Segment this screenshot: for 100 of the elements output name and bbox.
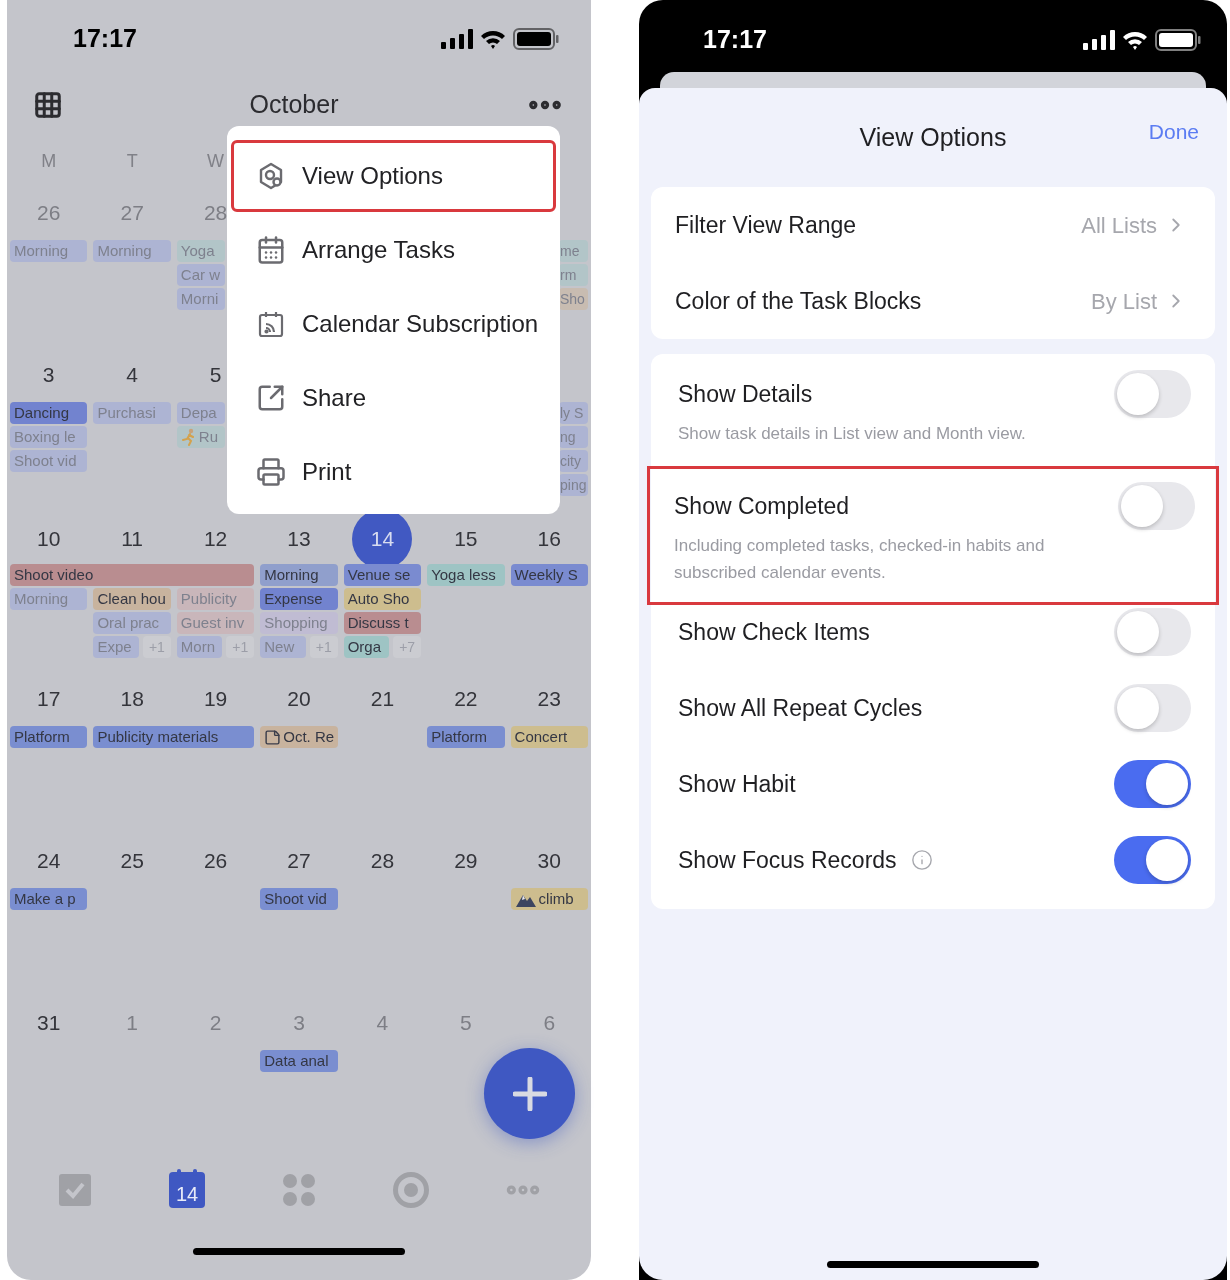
- date-number[interactable]: 5: [209, 358, 222, 391]
- event-chip[interactable]: Oral prac: [93, 612, 171, 634]
- date-number[interactable]: 4: [126, 358, 138, 391]
- date-number[interactable]: 27: [120, 196, 144, 229]
- date-number[interactable]: 23: [537, 682, 561, 715]
- event-chip[interactable]: Publicity: [176, 588, 255, 610]
- menu-item[interactable]: Calendar Subscription: [231, 288, 556, 360]
- event-chip[interactable]: Yoga: [176, 240, 225, 262]
- date-number[interactable]: 19: [203, 682, 228, 715]
- date-number[interactable]: 17: [37, 682, 61, 715]
- event-chip[interactable]: Publicity materials: [93, 726, 255, 748]
- date-number[interactable]: 18: [120, 682, 144, 715]
- date-number[interactable]: 25: [120, 844, 144, 877]
- event-chip[interactable]: ly S: [559, 402, 588, 424]
- event-chip[interactable]: Car w: [176, 264, 225, 286]
- event-chip[interactable]: Dancing: [10, 402, 88, 424]
- date-number[interactable]: 2: [209, 1006, 222, 1039]
- event-chip[interactable]: Data anal: [260, 1050, 338, 1072]
- toggle-switch[interactable]: [1114, 836, 1191, 884]
- event-chip[interactable]: Guest inv: [176, 612, 255, 634]
- event-chip[interactable]: Discuss t: [343, 612, 422, 634]
- date-number[interactable]: 30: [537, 844, 561, 877]
- menu-item[interactable]: Share: [231, 362, 556, 434]
- date-number[interactable]: 13: [287, 523, 311, 555]
- date-number[interactable]: 21: [370, 682, 395, 715]
- toggle-label: Show Habit: [678, 769, 796, 799]
- clover-icon[interactable]: [282, 1173, 316, 1207]
- event-chip[interactable]: Orga: [343, 636, 390, 658]
- toggle-label: Show Focus Records: [678, 845, 897, 875]
- target-icon[interactable]: [392, 1171, 430, 1209]
- date-number[interactable]: 3: [293, 1006, 305, 1039]
- status-time: 17:17: [703, 24, 767, 56]
- share-icon: [256, 383, 286, 413]
- running-figure-icon: [180, 428, 197, 446]
- event-chip[interactable]: Shopping: [260, 612, 338, 634]
- event-chip[interactable]: Make a p: [10, 888, 88, 910]
- event-chip[interactable]: Shoot video: [10, 564, 255, 586]
- toggle-switch[interactable]: [1114, 370, 1191, 418]
- event-chip[interactable]: Platform: [427, 726, 505, 748]
- date-number[interactable]: 26: [203, 844, 228, 877]
- toggle-switch[interactable]: [1114, 608, 1191, 656]
- grid-view-icon[interactable]: [33, 90, 63, 120]
- event-chip[interactable]: climb: [510, 888, 588, 910]
- event-chip[interactable]: city: [559, 450, 588, 472]
- toggle-switch[interactable]: [1114, 760, 1191, 808]
- event-chip[interactable]: Morning: [260, 564, 338, 586]
- date-number[interactable]: 6: [543, 1006, 556, 1039]
- settings-row[interactable]: Filter View Range All Lists: [651, 187, 1215, 263]
- event-chip[interactable]: rm: [559, 264, 588, 286]
- date-number[interactable]: 28: [203, 196, 228, 229]
- date-number[interactable]: 16: [537, 523, 561, 555]
- done-button[interactable]: Done: [1148, 116, 1199, 148]
- date-number[interactable]: 12: [203, 523, 228, 555]
- toggle-switch[interactable]: [1114, 684, 1191, 732]
- date-number[interactable]: 24: [37, 844, 61, 877]
- event-chip[interactable]: Oct. Re: [260, 726, 339, 748]
- toggle-description: Show task details in List view and Month view.: [678, 423, 1026, 445]
- toggle-switch[interactable]: [1118, 482, 1195, 530]
- event-chip[interactable]: Boxing le: [10, 426, 88, 448]
- add-button[interactable]: [484, 1048, 575, 1139]
- date-number[interactable]: 10: [37, 523, 61, 555]
- date-number[interactable]: 3: [42, 358, 55, 391]
- print-icon: [256, 457, 286, 487]
- date-number[interactable]: 11: [121, 523, 144, 555]
- date-number[interactable]: 29: [454, 844, 478, 877]
- menu-item[interactable]: Arrange Tasks: [231, 214, 556, 286]
- date-number[interactable]: 31: [37, 1006, 61, 1039]
- event-chip[interactable]: Weekly S: [510, 564, 588, 586]
- date-number[interactable]: 27: [287, 844, 311, 877]
- date-number[interactable]: 4: [376, 1006, 389, 1039]
- date-number[interactable]: 20: [287, 682, 311, 715]
- event-chip[interactable]: Platform: [10, 726, 88, 748]
- event-chip[interactable]: Yoga less: [427, 564, 505, 586]
- event-chip[interactable]: Concert: [510, 726, 588, 748]
- date-number[interactable]: 28: [370, 844, 395, 877]
- event-chip[interactable]: Morning: [93, 240, 171, 262]
- calendar-tab[interactable]: 14: [169, 1172, 205, 1208]
- settings-row[interactable]: Color of the Task Blocks By List: [651, 263, 1215, 339]
- event-chip[interactable]: Expense: [260, 588, 338, 610]
- date-number[interactable]: 26: [37, 196, 61, 229]
- event-chip[interactable]: Auto Sho: [343, 588, 422, 610]
- event-chip[interactable]: ng: [559, 426, 588, 448]
- event-chip[interactable]: Sho: [559, 288, 588, 310]
- event-chip[interactable]: Shoot vid: [10, 450, 88, 472]
- event-chip[interactable]: Venue se: [343, 564, 422, 586]
- date-number[interactable]: 5: [460, 1006, 472, 1039]
- checkbox-icon[interactable]: [58, 1173, 92, 1207]
- date-number[interactable]: 15: [454, 523, 478, 555]
- calendar-list-icon: [256, 235, 286, 265]
- event-chip[interactable]: New: [260, 636, 306, 658]
- event-chip[interactable]: Ru: [176, 426, 225, 448]
- menu-item[interactable]: View Options: [231, 140, 556, 212]
- weekday-label: T: [126, 149, 138, 173]
- menu-item[interactable]: Print: [231, 436, 556, 508]
- date-number[interactable]: 22: [454, 682, 478, 715]
- event-chip[interactable]: me: [559, 240, 588, 262]
- date-number[interactable]: 1: [126, 1006, 138, 1039]
- event-chip[interactable]: Shoot vid: [260, 888, 338, 910]
- info-icon[interactable]: [910, 849, 933, 871]
- event-chip[interactable]: Clean hou: [93, 588, 171, 610]
